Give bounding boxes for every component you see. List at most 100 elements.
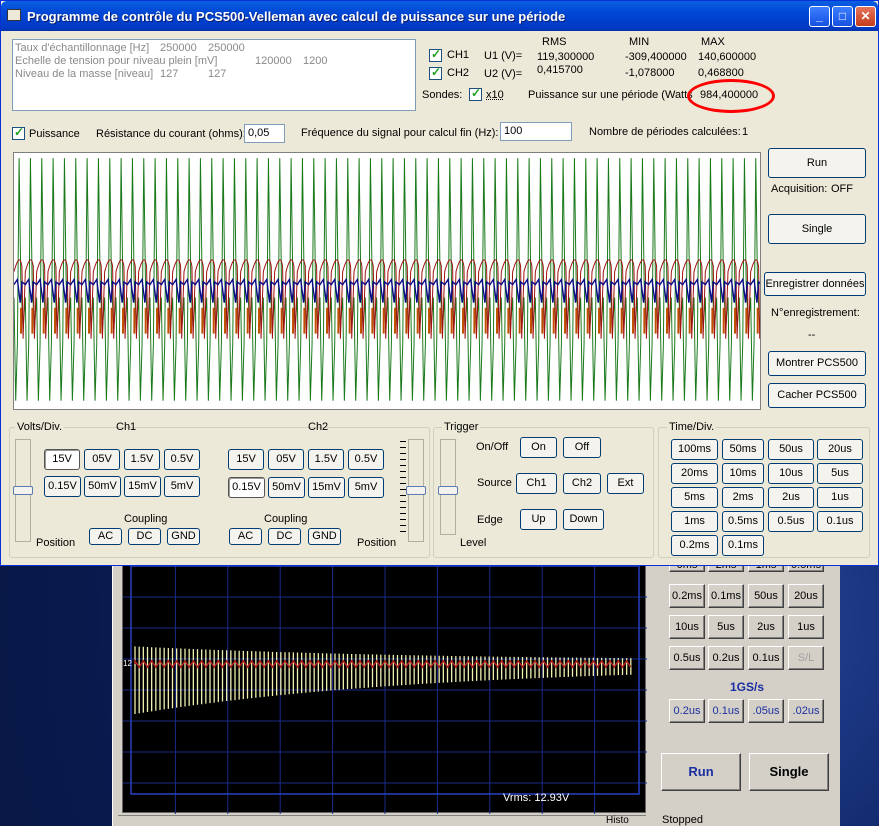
acquisition-label: Acquisition: (771, 183, 828, 195)
u2-rms: 0,415700 (537, 64, 583, 76)
bg-time-btn[interactable]: 0.5us (669, 646, 705, 670)
time-btn[interactable]: 1us (817, 487, 863, 508)
record-value: -- (808, 329, 816, 341)
ch1-position-thumb[interactable] (13, 486, 33, 495)
trigger-level-thumb[interactable] (438, 486, 458, 495)
time-btn[interactable]: 0.1ms (722, 535, 764, 556)
rms-header: RMS (542, 36, 567, 48)
ch1-volt-btn[interactable]: 0.15V (44, 476, 81, 497)
ch1-volt-btn[interactable]: 1.5V (124, 449, 160, 470)
time-btn[interactable]: 2ms (722, 487, 764, 508)
maximize-button[interactable]: □ (832, 6, 853, 27)
ch1-ac-button[interactable]: AC (89, 528, 122, 545)
ch2-ac-button[interactable]: AC (229, 528, 262, 545)
ch1-checkbox[interactable] (429, 47, 442, 62)
bg-fast-btn[interactable]: .05us (748, 699, 784, 723)
time-btn[interactable]: 10ms (722, 463, 764, 484)
bg-time-btn[interactable]: 0.1us (748, 646, 784, 670)
minimize-button[interactable]: _ (809, 6, 830, 27)
trigger-on-button[interactable]: On (520, 437, 557, 458)
hide-pcs500-button[interactable]: Cacher PCS500 (768, 383, 866, 408)
save-data-button[interactable]: Enregistrer données (764, 272, 866, 296)
waveform-svg (14, 158, 760, 401)
time-btn[interactable]: 0.2ms (671, 535, 718, 556)
time-btn[interactable]: 5ms (671, 487, 718, 508)
trigger-off-button[interactable]: Off (563, 437, 601, 458)
bg-time-btn[interactable]: 5us (708, 615, 744, 639)
show-pcs500-button[interactable]: Montrer PCS500 (768, 351, 866, 376)
time-btn[interactable]: 20ms (671, 463, 718, 484)
info-value: 250000 (160, 42, 197, 54)
ch1-label: CH1 (447, 49, 470, 61)
bg-time-btn[interactable]: 0.1ms (708, 584, 744, 608)
bg-fast-btn[interactable]: 0.1us (708, 699, 744, 723)
ch1-volt-btn[interactable]: 5mV (164, 476, 200, 497)
background-scrollbar[interactable] (118, 815, 646, 826)
bg-time-btn[interactable]: 20us (788, 584, 824, 608)
minimize-icon: _ (816, 9, 823, 23)
bg-run-button[interactable]: Run (661, 753, 741, 791)
bg-time-btn[interactable]: 0.2ms (669, 584, 705, 608)
ch1-volt-btn[interactable]: 15V (44, 449, 80, 470)
time-btn[interactable]: 5us (817, 463, 863, 484)
ch2-volt-btn[interactable]: 1.5V (308, 449, 344, 470)
info-value: 127 (160, 68, 179, 80)
time-btn[interactable]: 100ms (671, 439, 718, 460)
ch2-position-thumb[interactable] (406, 486, 426, 495)
ch1-volt-btn[interactable]: 15mV (124, 476, 161, 497)
time-btn[interactable]: 0.5ms (722, 511, 764, 532)
bg-time-btn[interactable]: 50us (748, 584, 784, 608)
u2-max: 0,468800 (698, 67, 744, 79)
ch2-checkbox[interactable] (429, 65, 442, 80)
single-button[interactable]: Single (768, 214, 866, 244)
time-btn[interactable]: 1ms (671, 511, 718, 532)
bg-fast-btn[interactable]: 0.2us (669, 699, 705, 723)
ch2-volt-btn[interactable]: 0.15V (228, 477, 265, 498)
background-scope-plot (123, 566, 647, 814)
resistance-input[interactable]: 0,05 (244, 124, 285, 143)
time-btn[interactable]: 50us (768, 439, 814, 460)
trigger-edge-down[interactable]: Down (563, 509, 604, 530)
ch1-volt-btn[interactable]: 05V (84, 449, 120, 470)
app-icon (7, 9, 21, 21)
bg-sl-btn[interactable]: S/L (788, 646, 824, 670)
ch1-volt-btn[interactable]: 0.5V (164, 449, 200, 470)
trigger-source-ch1[interactable]: Ch1 (516, 473, 557, 494)
time-btn[interactable]: 2us (768, 487, 814, 508)
ch1-dc-button[interactable]: DC (128, 528, 161, 545)
run-button[interactable]: Run (768, 148, 866, 178)
puissance-checkbox[interactable] (12, 125, 25, 140)
sample-rate-label: 1GS/s (730, 680, 765, 694)
trigger-edge-up[interactable]: Up (520, 509, 557, 530)
trigger-source-ext[interactable]: Ext (607, 473, 644, 494)
acquisition-info-box[interactable]: Taux d'échantillonnage [Hz] 250000 25000… (12, 39, 416, 111)
time-btn[interactable]: 50ms (722, 439, 764, 460)
ch2-volt-btn[interactable]: 15V (228, 449, 264, 470)
trigger-source-ch2[interactable]: Ch2 (563, 473, 601, 494)
close-button[interactable]: ✕ (855, 6, 876, 27)
bg-fast-btn[interactable]: .02us (788, 699, 824, 723)
bg-single-button[interactable]: Single (749, 753, 829, 791)
bg-time-btn[interactable]: 0.2us (708, 646, 744, 670)
ch2-volt-btn[interactable]: 5mV (348, 477, 384, 498)
bg-time-btn[interactable]: 10us (669, 615, 705, 639)
time-btn[interactable]: 10us (768, 463, 814, 484)
ch2-gnd-button[interactable]: GND (308, 528, 341, 545)
bg-time-btn[interactable]: 2us (748, 615, 784, 639)
ch2-dc-button[interactable]: DC (268, 528, 301, 545)
bg-time-btn[interactable]: 1us (788, 615, 824, 639)
ch2-volt-btn[interactable]: 15mV (308, 477, 345, 498)
ch2-volt-btn[interactable]: 0.5V (348, 449, 384, 470)
ch1-volt-btn[interactable]: 50mV (84, 476, 121, 497)
frequency-input[interactable]: 100 (500, 122, 572, 141)
ch2-volt-btn[interactable]: 50mV (268, 477, 305, 498)
x10-checkbox[interactable] (469, 86, 482, 101)
ch1-gnd-button[interactable]: GND (167, 528, 200, 545)
ch2-volt-btn[interactable]: 05V (268, 449, 304, 470)
time-btn[interactable]: 0.5us (768, 511, 814, 532)
time-btn[interactable]: 20us (817, 439, 863, 460)
info-label: Taux d'échantillonnage [Hz] (15, 42, 150, 54)
time-btn[interactable]: 0.1us (817, 511, 863, 532)
window-title: Programme de contrôle du PCS500-Velleman… (27, 9, 566, 24)
title-bar[interactable]: Programme de contrôle du PCS500-Velleman… (1, 1, 878, 31)
